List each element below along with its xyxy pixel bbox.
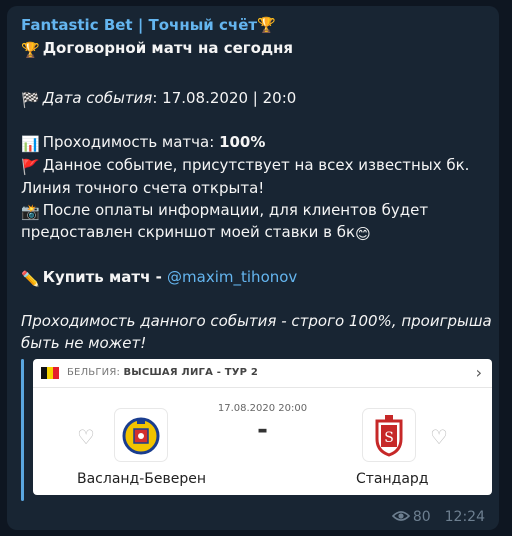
message-bubble: Fantastic Bet | Точный счёт🏆 🏆 Договорной… xyxy=(7,6,499,530)
away-team-name: Стандард xyxy=(356,471,429,487)
line-open: Линия точного счета открыта! xyxy=(21,179,265,197)
league-label: БЕЛЬГИЯ: ВЫСШАЯ ЛИГА - ТУР 2 xyxy=(67,367,258,378)
date-label: Дата события xyxy=(42,89,153,107)
pass-value: 100% xyxy=(219,133,266,151)
match-datetime: 17.08.2020 20:00 xyxy=(217,403,308,414)
event-row: 🚩 Данное событие, присутствует на всех из… xyxy=(21,156,469,176)
camera-icon: 📸 xyxy=(21,203,40,221)
headline-row: 🏆 Договорной матч на сегодня xyxy=(21,39,293,59)
smile-icon: 😊 xyxy=(355,225,371,243)
pencil-icon: ✏️ xyxy=(21,270,40,288)
payment-text: После оплаты информации, для клиентов бу… xyxy=(42,201,429,219)
home-team-name: Васланд-Беверен xyxy=(77,471,207,487)
checkered-flag-icon: 🏁 xyxy=(21,91,40,109)
chevron-right-icon[interactable]: › xyxy=(476,363,482,382)
waasland-crest-icon xyxy=(122,417,160,455)
pass-label: Проходимость матча: xyxy=(42,133,220,151)
event-text: Данное событие, присутствует на всех изв… xyxy=(42,156,470,174)
headline: Договорной матч на сегодня xyxy=(42,39,294,57)
away-favorite-heart-icon[interactable]: ♡ xyxy=(430,425,448,449)
preview-accent-bar xyxy=(21,359,24,501)
red-flag-icon: 🚩 xyxy=(21,158,40,176)
svg-text:S: S xyxy=(384,430,394,446)
belgium-flag-icon xyxy=(41,367,59,379)
date-value: : 17.08.2020 | 20:0 xyxy=(152,89,297,107)
buy-label: Купить матч - xyxy=(42,268,168,286)
home-favorite-heart-icon[interactable]: ♡ xyxy=(77,425,95,449)
home-team-logo xyxy=(115,409,167,461)
card-header: БЕЛЬГИЯ: ВЫСШАЯ ЛИГА - ТУР 2 › xyxy=(33,359,492,388)
views-count: 80 xyxy=(412,509,431,525)
footer-line-1: Проходимость данного события - строго 10… xyxy=(21,312,492,330)
camera-row: 📸 После оплаты информации, для клиентов б… xyxy=(21,201,428,221)
buy-row: ✏️ Купить матч - @maxim_tihonov xyxy=(21,268,297,288)
screenshot-text: предоставлен скриншот моей ставки в бк xyxy=(21,223,356,241)
trophy-icon: 🏆 xyxy=(21,41,40,59)
match-score: - xyxy=(257,415,268,445)
message-meta: 80 12:24 xyxy=(391,509,485,525)
away-team-logo: S xyxy=(363,409,415,461)
screenshot-row: предоставлен скриншот моей ставки в бк😊 xyxy=(21,223,374,243)
footer-line-2: быть не может! xyxy=(21,334,147,352)
match-preview-card[interactable]: БЕЛЬГИЯ: ВЫСШАЯ ЛИГА - ТУР 2 › 17.08.202… xyxy=(33,359,492,495)
buy-link[interactable]: @maxim_tihonov xyxy=(167,268,297,286)
date-row: 🏁 Дата события: 17.08.2020 | 20:0 xyxy=(21,89,296,109)
pass-row: 📊 Проходимость матча: 100% xyxy=(21,133,265,153)
eye-icon xyxy=(391,511,410,521)
channel-title[interactable]: Fantastic Bet | Точный счёт🏆 xyxy=(21,16,276,34)
country-label: БЕЛЬГИЯ: xyxy=(67,367,124,378)
chart-icon: 📊 xyxy=(21,135,40,153)
standard-crest-icon: S xyxy=(375,415,403,457)
message-time: 12:24 xyxy=(444,509,485,525)
league-name: ВЫСШАЯ ЛИГА - ТУР 2 xyxy=(123,367,259,378)
